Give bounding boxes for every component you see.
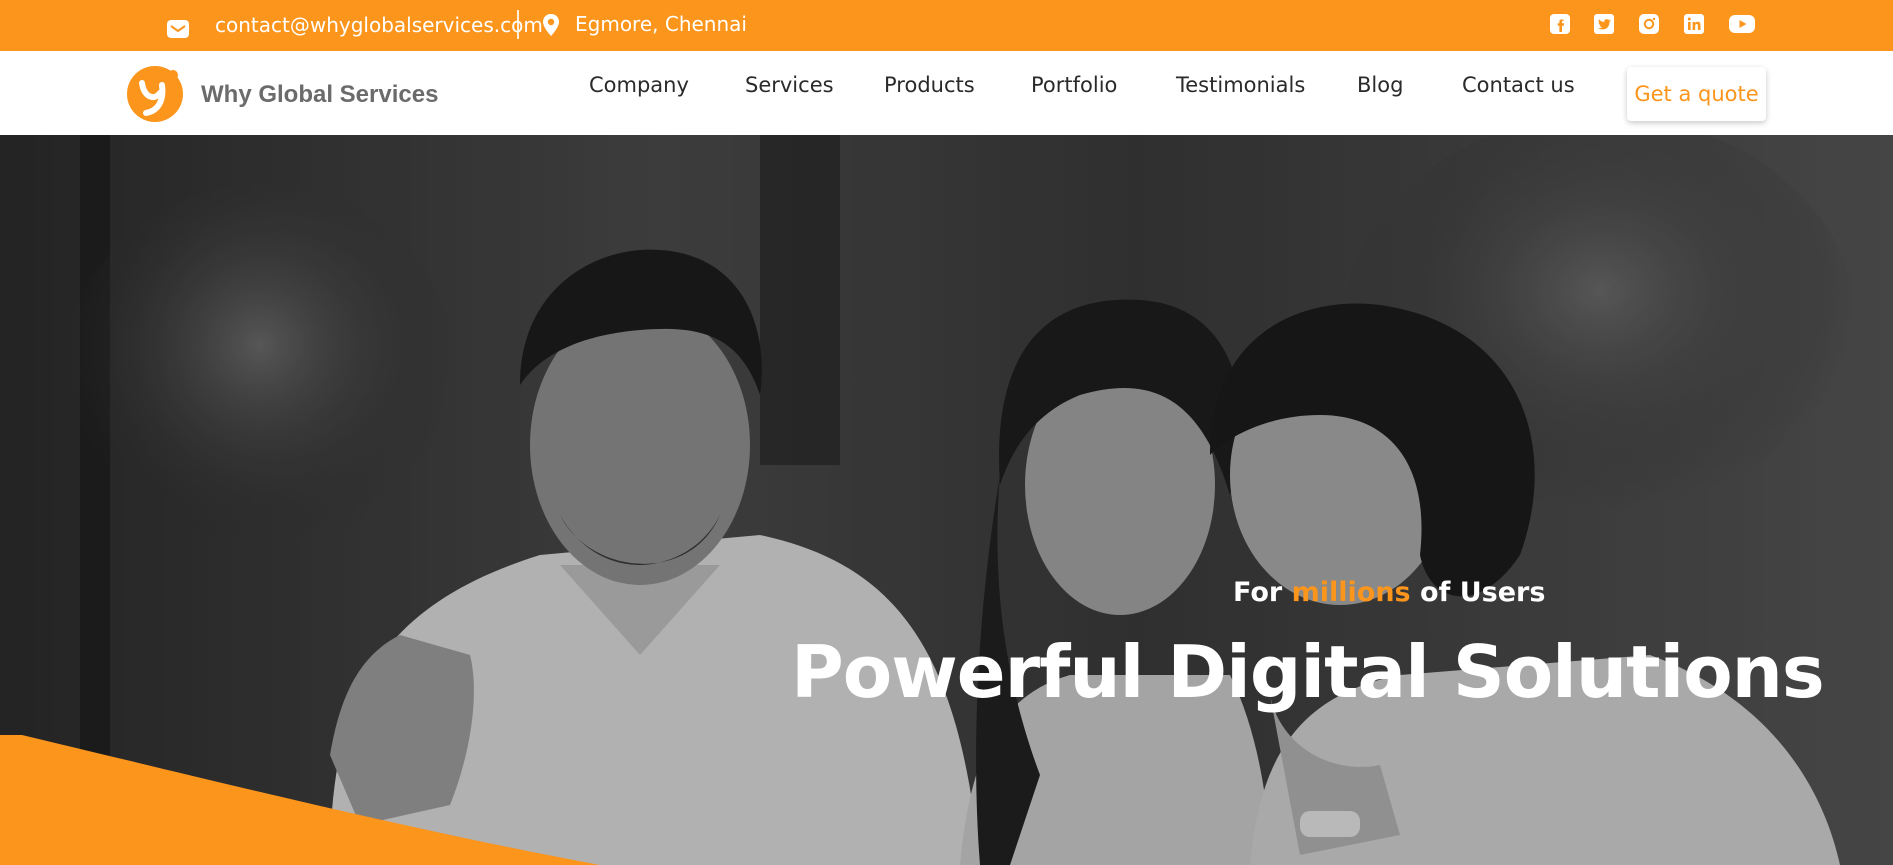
why-global-logo[interactable]: [126, 63, 186, 123]
nav-services[interactable]: Services: [745, 71, 834, 99]
location-text: Egmore, Chennai: [575, 12, 747, 36]
youtube-icon[interactable]: [1728, 13, 1756, 35]
location-pin-icon: [543, 14, 559, 36]
topbar-divider: [517, 10, 519, 39]
main-navbar: Why Global Services Company Services Pro…: [0, 51, 1893, 135]
orange-wedge-decoration: [0, 735, 600, 865]
get-a-quote-button[interactable]: Get a quote: [1627, 67, 1766, 121]
mail-icon: [167, 20, 189, 38]
nav-contact-us[interactable]: Contact us: [1462, 71, 1575, 99]
nav-company[interactable]: Company: [589, 71, 689, 99]
nav-portfolio[interactable]: Portfolio: [1031, 71, 1117, 99]
facebook-icon[interactable]: [1549, 13, 1571, 35]
hero-banner: For millions of Users Powerful Digital S…: [0, 135, 1893, 865]
brand-name[interactable]: Why Global Services: [201, 81, 438, 109]
nav-blog[interactable]: Blog: [1357, 71, 1403, 99]
twitter-icon[interactable]: [1593, 13, 1615, 35]
contact-email-link[interactable]: contact@whyglobalservices.com: [215, 13, 543, 37]
instagram-icon[interactable]: [1638, 13, 1660, 35]
nav-products[interactable]: Products: [884, 71, 975, 99]
top-contact-bar: contact@whyglobalservices.com Egmore, Ch…: [0, 0, 1893, 51]
nav-testimonials[interactable]: Testimonials: [1176, 71, 1305, 99]
linkedin-icon[interactable]: [1683, 13, 1705, 35]
